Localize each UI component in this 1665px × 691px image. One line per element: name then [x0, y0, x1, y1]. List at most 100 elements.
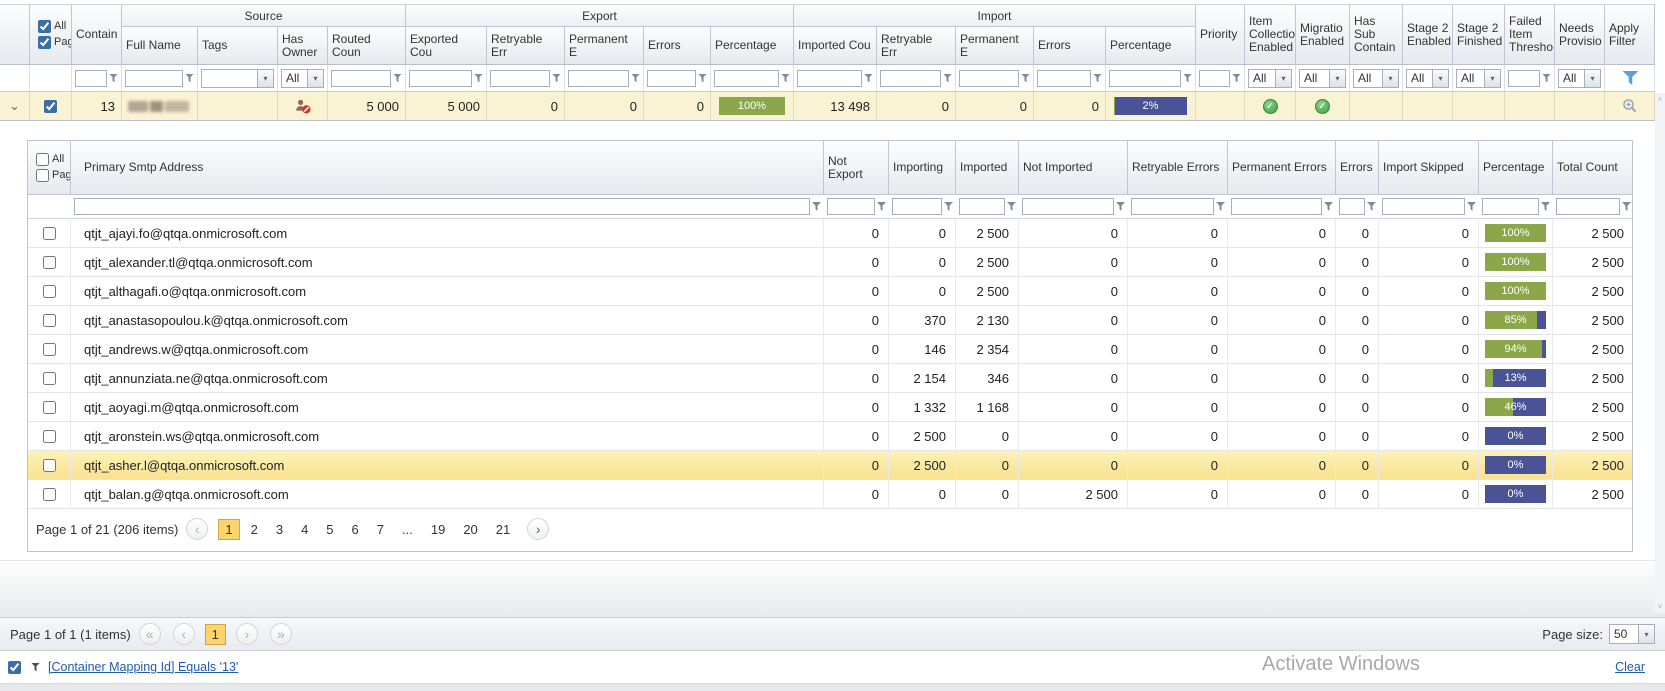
select-all-checkbox[interactable] [38, 20, 51, 33]
column-header-not-imported[interactable]: Not Imported [1019, 141, 1128, 194]
filter-input-imp-retryable[interactable] [880, 69, 941, 87]
first-page-button[interactable]: « [138, 623, 161, 645]
chevron-down-icon[interactable]: ▾ [257, 69, 273, 87]
filter-funnel-icon[interactable] [781, 73, 790, 83]
table-row[interactable]: qtjt_annunziata.ne@qtqa.onmicrosoft.com … [28, 364, 1632, 393]
column-header-import-retryable[interactable]: Retryable Err [877, 27, 956, 64]
prev-page-button[interactable]: ‹ [186, 518, 209, 540]
column-header-export-errors[interactable]: Errors [644, 27, 711, 64]
column-header-export-percentage[interactable]: Percentage [711, 27, 794, 64]
filter-input-smtp[interactable] [74, 198, 810, 215]
filter-funnel-icon[interactable] [698, 73, 707, 83]
filter-funnel-icon[interactable] [877, 202, 886, 211]
column-header-migration-enabled[interactable]: Migratio Enabled [1296, 5, 1350, 64]
filter-funnel-icon[interactable] [1324, 202, 1333, 211]
row-checkbox[interactable] [42, 313, 56, 327]
detail-select-all-row[interactable]: All [36, 153, 70, 166]
filter-input-imported-detail[interactable] [959, 198, 1005, 215]
filter-funnel-icon[interactable] [1021, 73, 1030, 83]
filter-funnel-icon[interactable] [1116, 202, 1125, 211]
detail-select-page-row[interactable]: Pag [36, 169, 70, 182]
filter-expression-link[interactable]: [Container Mapping Id] Equals '13' [48, 660, 238, 674]
scroll-up-icon[interactable]: ˄ [1655, 95, 1665, 104]
column-header-priority[interactable]: Priority [1196, 5, 1245, 64]
column-header-needs-provisioning[interactable]: Needs Provisio [1555, 5, 1605, 64]
filter-input-exp-retryable[interactable] [490, 69, 550, 87]
chevron-down-icon[interactable]: ▾ [1275, 69, 1291, 87]
filter-funnel-icon[interactable] [552, 73, 561, 83]
column-header-percentage[interactable]: Percentage [1479, 141, 1553, 194]
row-checkbox[interactable] [42, 284, 56, 298]
row-checkbox[interactable] [42, 400, 56, 414]
page-number[interactable]: 2 [244, 519, 265, 540]
filter-funnel-icon[interactable] [109, 73, 118, 83]
column-header-contain[interactable]: Contain [72, 5, 122, 64]
filter-funnel-icon[interactable] [185, 73, 194, 83]
filter-funnel-icon[interactable] [1232, 73, 1241, 83]
filter-funnel-icon[interactable] [1007, 202, 1016, 211]
filter-input-imp-permanent[interactable] [959, 69, 1019, 87]
filter-input-imp-errors[interactable] [1037, 69, 1091, 87]
filter-input-exp-errors[interactable] [647, 69, 696, 87]
filter-input-not-exported[interactable] [827, 198, 875, 215]
column-header-permanent-errors[interactable]: Permanent Errors [1228, 141, 1336, 194]
vertical-scrollbar[interactable]: ˄ ˅ [1655, 93, 1665, 613]
column-header-has-sub-containers[interactable]: Has Sub Contain [1350, 5, 1403, 64]
filter-enabled-checkbox[interactable] [8, 660, 21, 674]
filter-dropdown-stage2-finished[interactable]: All ▾ [1456, 68, 1501, 88]
magnifier-zoom-icon[interactable] [1622, 98, 1638, 114]
filter-funnel-icon[interactable] [1467, 202, 1476, 211]
row-checkbox[interactable] [42, 429, 56, 443]
clear-filter-link[interactable]: Clear [1615, 660, 1645, 674]
filter-dropdown-has-owner[interactable]: All ▾ [281, 68, 324, 88]
filter-funnel-icon[interactable] [1216, 202, 1225, 211]
page-number[interactable]: 1 [218, 518, 240, 540]
column-header-has-owner[interactable]: Has Owner [278, 27, 328, 64]
table-row[interactable]: qtjt_althagafi.o@qtqa.onmicrosoft.com 0 … [28, 277, 1632, 306]
table-row[interactable]: qtjt_ajayi.fo@qtqa.onmicrosoft.com 0 0 2… [28, 219, 1632, 248]
page-number[interactable]: 4 [294, 519, 315, 540]
filter-funnel-icon[interactable] [864, 73, 873, 83]
column-header-stage2-finished[interactable]: Stage 2 Finished [1453, 5, 1505, 64]
filter-funnel-icon[interactable] [1183, 73, 1192, 83]
current-page-number[interactable]: 1 [204, 623, 226, 645]
filter-input-priority[interactable] [1199, 69, 1230, 87]
column-header-not-exported[interactable]: Not Export [824, 141, 889, 194]
chevron-down-icon[interactable]: ▾ [1638, 625, 1654, 643]
table-row[interactable]: qtjt_asher.l@qtqa.onmicrosoft.com 0 2 50… [28, 451, 1632, 480]
container-row-checkbox[interactable] [44, 99, 57, 113]
page-number[interactable]: 3 [269, 519, 290, 540]
filter-input-errors[interactable] [1339, 198, 1365, 215]
chevron-down-icon[interactable]: ▾ [307, 69, 323, 87]
row-checkbox[interactable] [42, 458, 56, 472]
last-page-button[interactable]: » [269, 623, 292, 645]
page-number[interactable]: 7 [370, 519, 391, 540]
filter-funnel-icon[interactable] [943, 73, 952, 83]
filter-input-exp-permanent[interactable] [568, 69, 629, 87]
filter-funnel-icon[interactable] [1367, 202, 1376, 211]
table-row[interactable]: qtjt_andrews.w@qtqa.onmicrosoft.com 0 14… [28, 335, 1632, 364]
filter-input-skipped[interactable] [1382, 198, 1465, 215]
page-number[interactable]: 21 [489, 519, 517, 540]
filter-input-permanent[interactable] [1231, 198, 1322, 215]
filter-funnel-icon[interactable] [812, 202, 821, 211]
filter-funnel-icon[interactable] [944, 202, 953, 211]
page-number[interactable]: ... [395, 519, 420, 540]
column-header-imported[interactable]: Imported [956, 141, 1019, 194]
column-header-failed-item-threshold[interactable]: Failed Item Thresho [1505, 5, 1555, 64]
column-header-full-name[interactable]: Full Name [122, 27, 198, 64]
table-row[interactable]: qtjt_balan.g@qtqa.onmicrosoft.com 0 0 0 … [28, 480, 1632, 509]
column-header-total-count[interactable]: Total Count [1553, 141, 1632, 194]
next-page-button[interactable]: › [527, 518, 550, 540]
scroll-down-icon[interactable]: ˅ [1655, 602, 1665, 611]
column-header-primary-smtp[interactable]: Primary Smtp Address [71, 141, 824, 194]
select-page-checkbox[interactable] [38, 36, 51, 49]
filter-input-routed[interactable] [331, 69, 391, 87]
table-row[interactable]: qtjt_anastasopoulou.k@qtqa.onmicrosoft.c… [28, 306, 1632, 335]
filter-input-importing[interactable] [892, 198, 942, 215]
filter-input-full-name[interactable] [125, 69, 183, 87]
table-row[interactable]: qtjt_alexander.tl@qtqa.onmicrosoft.com 0… [28, 248, 1632, 277]
filter-dropdown-tags[interactable]: ▾ [201, 68, 274, 88]
chevron-down-icon[interactable]: ▾ [1329, 69, 1345, 87]
row-checkbox[interactable] [42, 342, 56, 356]
